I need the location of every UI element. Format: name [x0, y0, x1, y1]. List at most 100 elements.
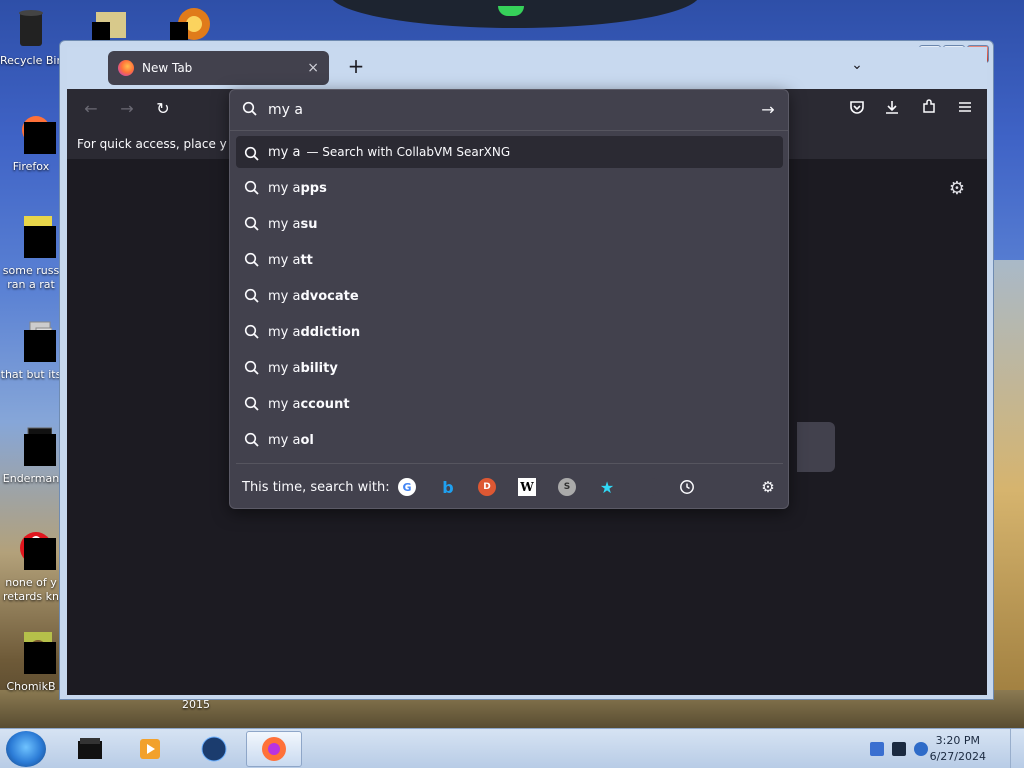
volume-icon[interactable] [914, 742, 928, 756]
suggestion-row[interactable]: my a bility [236, 350, 783, 386]
desktop-icon-label: none of y retards kn [3, 576, 59, 603]
desktop-icon-none-of-y[interactable]: none of y retards kn [0, 528, 62, 604]
pocket-icon[interactable] [847, 99, 867, 119]
tab-close-icon[interactable]: × [307, 60, 319, 76]
extensions-icon[interactable] [919, 99, 939, 119]
newtab-settings-gear-icon[interactable]: ⚙ [947, 179, 967, 199]
desktop-icon-firefox[interactable]: Firefox [0, 112, 62, 174]
taskbar-item-globe[interactable] [186, 731, 242, 767]
show-desktop-button[interactable] [1010, 729, 1024, 768]
desktop-icon-label: Enderman [2, 472, 60, 485]
tab-title: New Tab [142, 61, 193, 75]
suggestion-typed: my a [268, 324, 301, 340]
taskbar: 3:20 PM 6/27/2024 [0, 728, 1024, 768]
urlbar-panel: → my a — Search with CollabVM SearXNG my… [229, 89, 789, 509]
suggestion-typed: my a [268, 252, 301, 268]
desktop-icon-russ[interactable]: e some russ ran a rat [0, 216, 62, 292]
suggestion-row[interactable]: my a su [236, 206, 783, 242]
urlbar-input[interactable] [268, 100, 738, 120]
duckduckgo-engine-icon[interactable]: D [478, 478, 496, 496]
google-engine-icon[interactable]: G [398, 478, 416, 496]
downloads-icon[interactable] [882, 99, 902, 119]
desktop-icon-media[interactable] [170, 6, 216, 40]
tab-strip: New Tab × + ⌄ [67, 47, 987, 89]
clock[interactable]: 3:20 PM 6/27/2024 [930, 733, 986, 765]
suggestion-completion: ol [300, 432, 314, 448]
desktop-icon-label: ChomikB [6, 680, 56, 693]
taskbar-item-app[interactable] [62, 731, 118, 767]
history-clock-icon[interactable] [678, 478, 696, 496]
suggestion-typed: my a [268, 180, 301, 196]
search-settings-gear-icon[interactable]: ⚙ [759, 478, 777, 496]
urlbar-results: my a — Search with CollabVM SearXNG my a… [236, 136, 783, 458]
suggestion-row[interactable]: my a ol [236, 422, 783, 458]
suggestion-completion: ccount [300, 396, 350, 412]
search-icon [244, 146, 260, 166]
suggestion-row[interactable]: my a dvocate [236, 278, 783, 314]
search-icon [244, 432, 260, 452]
desktop-icon-folder[interactable] [92, 8, 132, 40]
suggestion-typed: my a [268, 360, 301, 376]
system-tray: 3:20 PM 6/27/2024 [854, 729, 1024, 768]
suggestion-typed: my a [268, 216, 301, 232]
search-icon [244, 216, 260, 236]
taskbar-item-media-player[interactable] [122, 731, 178, 767]
suggestion-typed: my a [268, 396, 301, 412]
forward-button[interactable]: → [117, 99, 137, 119]
back-button[interactable]: ← [81, 99, 101, 119]
start-button[interactable] [6, 731, 46, 767]
bing-engine-icon[interactable]: b [439, 478, 457, 497]
new-tab-button[interactable]: + [344, 55, 368, 79]
oneoff-separator [236, 463, 783, 464]
suggestion-row[interactable]: my a tt [236, 242, 783, 278]
recycle-bin-icon [10, 6, 52, 48]
clock-date: 6/27/2024 [929, 750, 986, 763]
suggestion-completion: tt [300, 252, 313, 268]
oneoff-label: This time, search with: [242, 480, 390, 495]
bookmarks-star-icon[interactable]: ★ [598, 478, 616, 497]
suggestion-completion: dvocate [300, 288, 359, 304]
reload-button[interactable]: ↻ [153, 99, 173, 119]
go-arrow-button[interactable]: → [758, 100, 778, 120]
search-icon [244, 324, 260, 344]
app-menu-icon[interactable] [955, 99, 975, 119]
search-icon [244, 396, 260, 416]
search-icon [242, 101, 258, 121]
network-icon[interactable] [870, 742, 884, 756]
heuristic-result[interactable]: my a — Search with CollabVM SearXNG [236, 136, 783, 168]
desktop-icon-recycle-bin[interactable]: Recycle Bin [0, 6, 62, 68]
terminal-icon [10, 424, 56, 466]
oneoff-search-bar: This time, search with: G b D W S ★ ⚙ [230, 475, 788, 499]
newtab-search-box-edge [797, 422, 835, 472]
tab-list-chevron-icon[interactable]: ⌄ [847, 57, 867, 77]
urlbar-separator [230, 130, 788, 131]
suggestion-row[interactable]: my a pps [236, 170, 783, 206]
document-icon: e [10, 216, 56, 258]
suggestion-row[interactable]: my a ddiction [236, 314, 783, 350]
suggestion-completion: ddiction [300, 324, 361, 340]
bookmarks-hint-text: For quick access, place your bookmarks h… [77, 137, 227, 151]
chomik-icon [10, 632, 56, 674]
wikipedia-engine-icon[interactable]: W [518, 478, 536, 496]
clock-time: 3:20 PM [935, 734, 980, 747]
suggestion-completion: su [300, 216, 318, 232]
desktop-icon-label: Firefox [12, 160, 50, 173]
search-icon [244, 288, 260, 308]
firefox-tab-icon [118, 60, 134, 76]
display-icon[interactable] [892, 742, 906, 756]
firefox-icon [10, 112, 56, 154]
suggestion-typed: my a [268, 288, 301, 304]
search-icon [244, 252, 260, 272]
tab-new-tab[interactable]: New Tab × [108, 51, 329, 85]
tabs-icon[interactable] [638, 478, 658, 496]
suggestion-completion: bility [300, 360, 338, 376]
search-icon [244, 360, 260, 380]
desktop-icon-chomikb[interactable]: ChomikB [0, 632, 62, 694]
searxng-engine-icon[interactable]: S [558, 478, 576, 496]
heuristic-action: — Search with CollabVM SearXNG [306, 145, 511, 159]
taskbar-item-firefox[interactable] [246, 731, 302, 767]
suggestion-row[interactable]: my a ccount [236, 386, 783, 422]
desktop-icon-that-but-its[interactable]: that but its [0, 320, 62, 382]
wallpaper-glow [990, 260, 1024, 720]
desktop-icon-enderman[interactable]: Enderman [0, 424, 62, 486]
